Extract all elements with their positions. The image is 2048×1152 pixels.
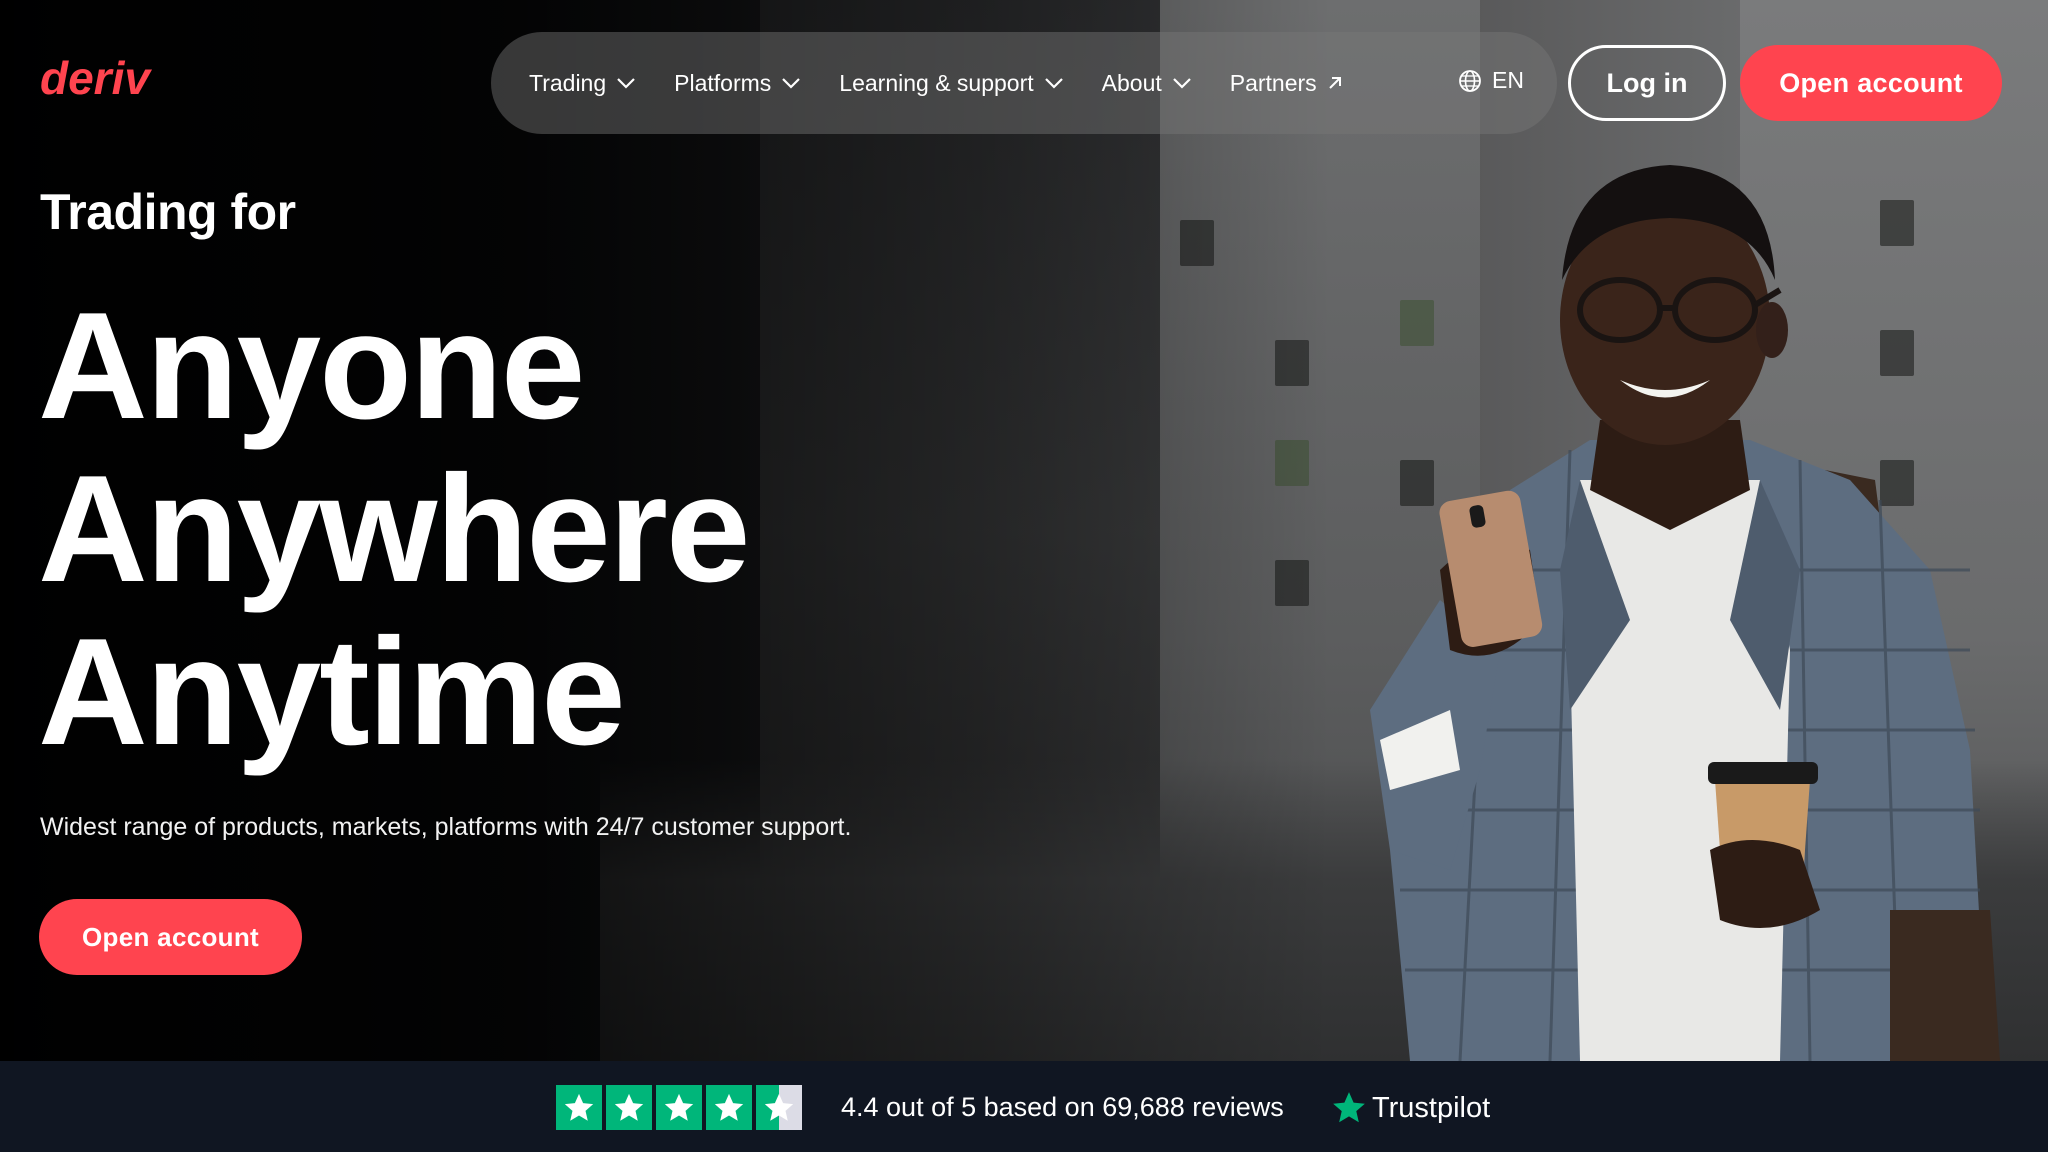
open-account-button-header[interactable]: Open account: [1740, 45, 2002, 121]
nav-about[interactable]: About: [1102, 70, 1192, 97]
nav-platforms-label: Platforms: [674, 69, 772, 96]
half-star-icon: [756, 1085, 802, 1130]
open-account-button-hero[interactable]: Open account: [39, 899, 302, 975]
nav-trading[interactable]: Trading: [529, 70, 636, 97]
nav-platforms[interactable]: Platforms: [674, 70, 801, 97]
language-selector[interactable]: EN: [1458, 67, 1524, 94]
main-nav: Trading Platforms Learning & support Abo…: [491, 32, 1557, 134]
star-icon: [656, 1085, 702, 1130]
hero-person-image: [1370, 165, 2000, 1061]
nav-partners[interactable]: Partners: [1230, 70, 1343, 97]
deriv-logo[interactable]: deriv: [40, 54, 160, 104]
hero-headline: Anyone Anywhere Anytime: [38, 281, 750, 777]
star-icon: [556, 1085, 602, 1130]
hero-subtext: Widest range of products, markets, platf…: [40, 813, 852, 841]
trustpilot-star-icon: [1333, 1092, 1365, 1123]
nav-learning-support-label: Learning & support: [839, 69, 1034, 96]
star-icon: [606, 1085, 652, 1130]
nav-partners-label: Partners: [1229, 69, 1317, 96]
nav-learning-support[interactable]: Learning & support: [839, 70, 1063, 97]
headline-line: Anyone: [38, 281, 585, 451]
globe-icon: [1459, 69, 1481, 92]
chevron-down-icon: [1172, 78, 1191, 89]
arrow-up-right-icon: [1328, 77, 1341, 89]
chevron-down-icon: [782, 78, 801, 89]
trustpilot-logo[interactable]: Trustpilot: [1330, 1089, 1490, 1127]
headline-line: Anywhere: [38, 444, 750, 614]
logo-text: deriv: [40, 54, 152, 104]
trustpilot-rating-text[interactable]: 4.4 out of 5 based on 69,688 reviews: [841, 1092, 1284, 1123]
hero-eyebrow: Trading for: [40, 184, 296, 240]
star-icon: [706, 1085, 752, 1130]
trustpilot-stars[interactable]: [556, 1085, 806, 1130]
login-button[interactable]: Log in: [1568, 45, 1726, 121]
chevron-down-icon: [1044, 78, 1063, 89]
nav-trading-label: Trading: [529, 69, 607, 96]
chevron-down-icon: [617, 78, 635, 89]
headline-line: Anytime: [38, 607, 626, 777]
trustpilot-brand: Trustpilot: [1372, 1091, 1491, 1124]
nav-about-label: About: [1101, 69, 1162, 96]
language-label: EN: [1492, 67, 1524, 93]
